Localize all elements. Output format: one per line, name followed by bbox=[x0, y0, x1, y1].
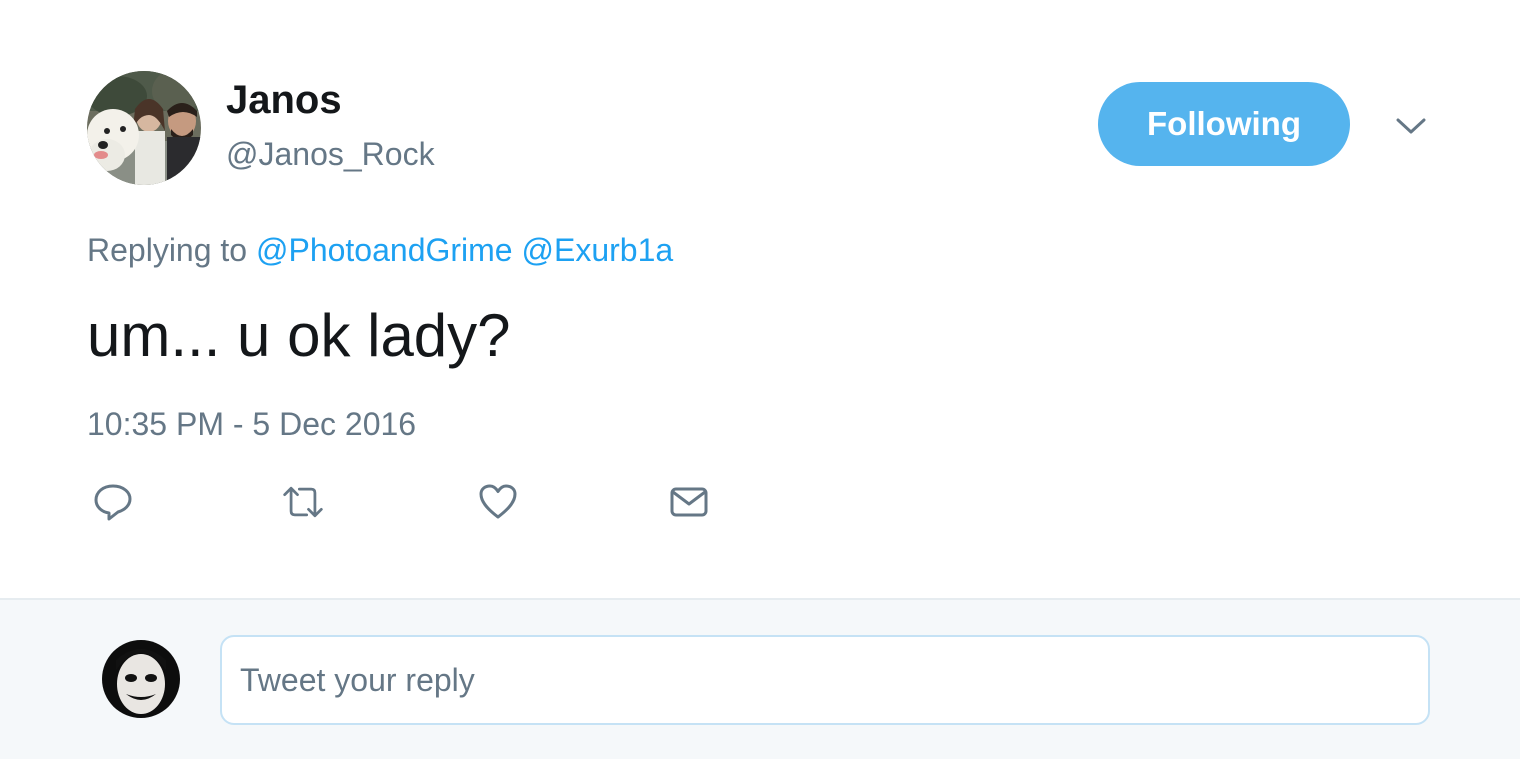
like-heart-icon[interactable] bbox=[476, 480, 520, 524]
chevron-down-icon[interactable] bbox=[1390, 110, 1432, 142]
tweet-card: Janos @Janos_Rock Following Replying to … bbox=[0, 0, 1520, 598]
tweet-text: um... u ok lady? bbox=[87, 302, 511, 369]
reply-icon[interactable] bbox=[91, 480, 135, 524]
replying-to: Replying to @PhotoandGrime @Exurb1a bbox=[87, 230, 673, 270]
replying-to-label: Replying to bbox=[87, 232, 248, 268]
author-avatar-image bbox=[87, 71, 201, 185]
current-user-avatar[interactable] bbox=[102, 640, 180, 718]
current-user-avatar-image bbox=[102, 640, 180, 718]
tweet-timestamp[interactable]: 10:35 PM - 5 Dec 2016 bbox=[87, 404, 416, 444]
reply-composer bbox=[0, 600, 1520, 759]
author-handle[interactable]: @Janos_Rock bbox=[226, 134, 435, 174]
tweet-reply-input[interactable] bbox=[220, 635, 1430, 725]
mention-exurb1a[interactable]: @Exurb1a bbox=[521, 232, 673, 268]
author-avatar[interactable] bbox=[87, 71, 201, 185]
mention-photoandgrime[interactable]: @PhotoandGrime bbox=[256, 232, 513, 268]
author-name[interactable]: Janos bbox=[226, 76, 342, 124]
retweet-icon[interactable] bbox=[281, 480, 325, 524]
following-button[interactable]: Following bbox=[1098, 82, 1350, 166]
direct-message-envelope-icon[interactable] bbox=[667, 480, 711, 524]
